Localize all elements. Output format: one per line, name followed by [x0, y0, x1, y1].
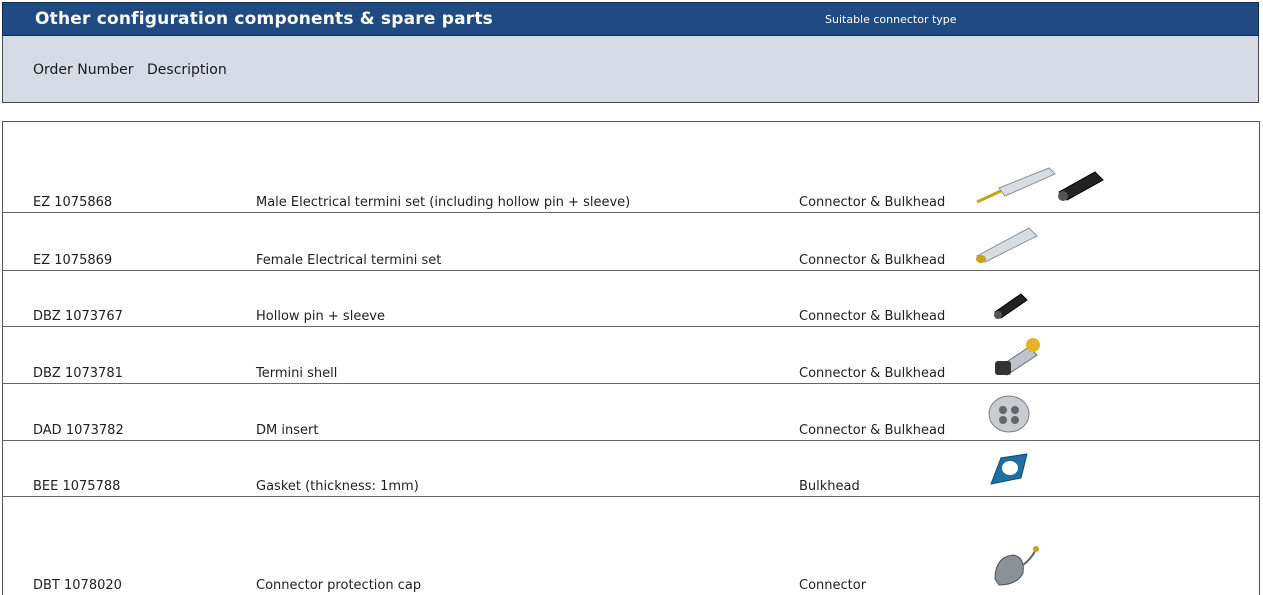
termini-pin-and-sleeve-icon	[976, 167, 1104, 204]
order-number: DAD 1073782	[33, 423, 124, 438]
connector-type: Connector & Bulkhead	[799, 253, 946, 268]
order-number: DBZ 1073767	[33, 309, 123, 324]
connector-type-heading: Suitable connector type	[825, 13, 957, 26]
connector-type: Connector & Bulkhead	[799, 366, 946, 381]
description: Connector protection cap	[256, 578, 422, 593]
termini-shell-icon	[995, 338, 1040, 376]
table-row: DBZ 1073781 Termini shell Connector & Bu…	[3, 327, 1259, 384]
parts-table: EZ 1075868 Male Electrical termini set (…	[2, 121, 1260, 595]
connector-type: Bulkhead	[799, 479, 860, 494]
connector-type: Connector & Bulkhead	[799, 423, 946, 438]
order-number: DBT 1078020	[33, 578, 122, 593]
order-number: EZ 1075868	[33, 195, 113, 210]
column-header-row: Order Number Description	[2, 36, 1259, 103]
description: Hollow pin + sleeve	[256, 309, 386, 324]
description: Gasket (thickness: 1mm)	[256, 479, 419, 494]
order-number: BEE 1075788	[33, 479, 121, 494]
title-bar: Other configuration components & spare p…	[2, 2, 1259, 36]
table-row: DAD 1073782 DM insert Connector & Bulkhe…	[3, 384, 1259, 441]
connector-type: Connector & Bulkhead	[799, 309, 946, 324]
order-number: EZ 1075869	[33, 253, 113, 268]
table-row: DBZ 1073767 Hollow pin + sleeve Connecto…	[3, 271, 1259, 327]
protection-cap-icon	[994, 546, 1039, 586]
description-header: Description	[147, 62, 227, 78]
table-row: BEE 1075788 Gasket (thickness: 1mm) Bulk…	[3, 441, 1259, 497]
gasket-icon	[990, 453, 1028, 485]
description: Male Electrical termini set (including h…	[256, 195, 631, 210]
table-row: DBT 1078020 Connector protection cap Con…	[3, 497, 1259, 595]
order-number-header: Order Number	[33, 62, 134, 78]
description: Termini shell	[256, 366, 338, 381]
hollow-pin-sleeve-icon	[994, 293, 1028, 319]
dm-insert-icon	[988, 395, 1030, 433]
description: DM insert	[256, 423, 319, 438]
female-termini-icon	[976, 227, 1038, 263]
page-title: Other configuration components & spare p…	[35, 9, 493, 29]
table-row: EZ 1075868 Male Electrical termini set (…	[3, 122, 1259, 213]
table-row: EZ 1075869 Female Electrical termini set…	[3, 213, 1259, 271]
order-number: DBZ 1073781	[33, 366, 123, 381]
description: Female Electrical termini set	[256, 253, 442, 268]
connector-type: Connector	[799, 578, 867, 593]
connector-type: Connector & Bulkhead	[799, 195, 946, 210]
table-header: Other configuration components & spare p…	[0, 0, 1263, 104]
